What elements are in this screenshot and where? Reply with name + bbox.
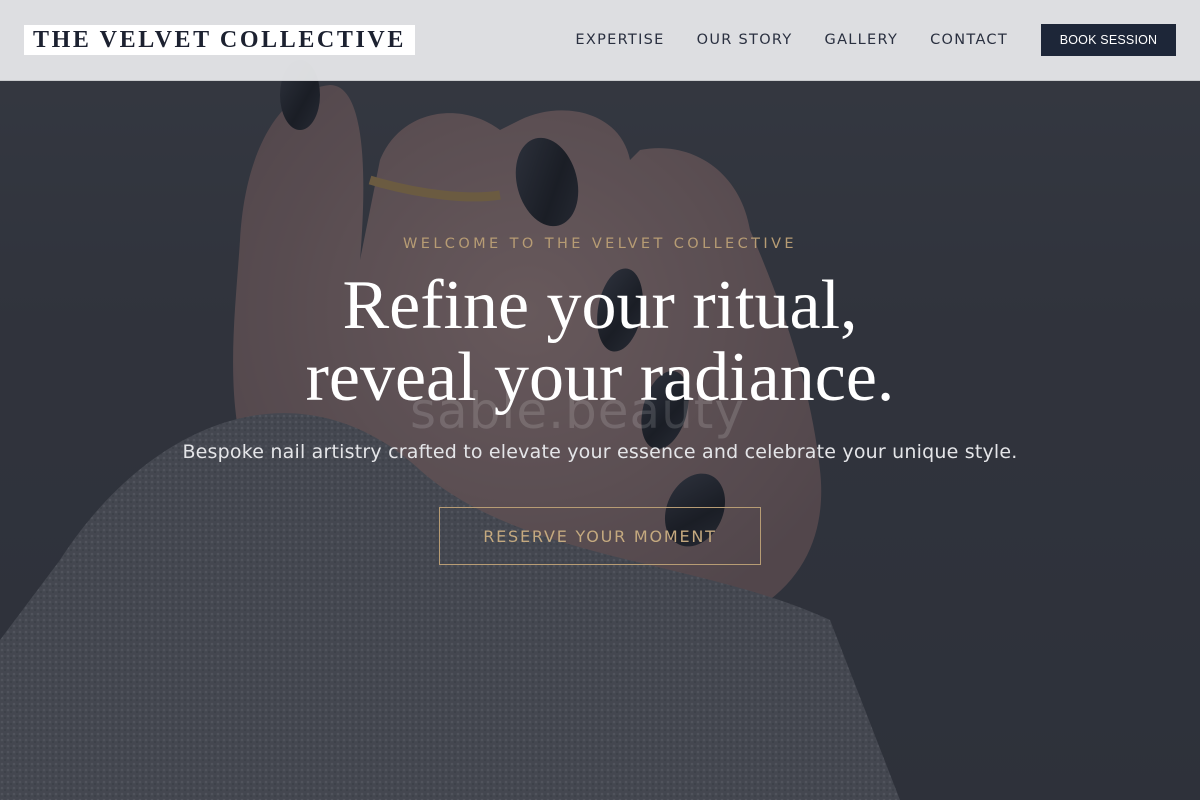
headline-line-2: reveal your radiance. [305,339,895,416]
hero-subtext: Bespoke nail artistry crafted to elevate… [182,441,1018,463]
headline-line-1: Refine your ritual, [342,267,858,344]
hero-headline: Refine your ritual, reveal your radiance… [0,270,1200,414]
hero-content: WELCOME TO THE VELVET COLLECTIVE Refine … [0,0,1200,800]
hero-eyebrow: WELCOME TO THE VELVET COLLECTIVE [403,236,797,252]
reserve-moment-button[interactable]: RESERVE YOUR MOMENT [439,507,761,565]
